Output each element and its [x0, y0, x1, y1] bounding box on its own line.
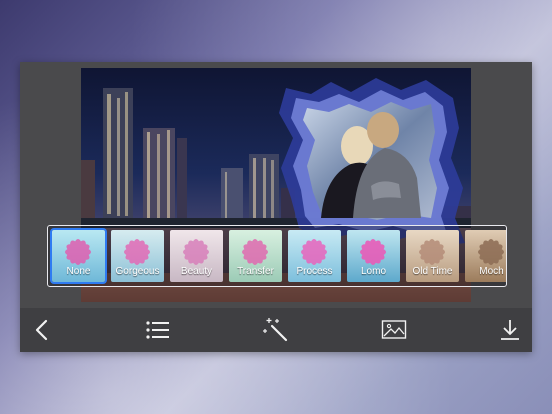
filter-item[interactable]: Moch — [465, 230, 506, 282]
background-image-button[interactable] — [380, 316, 408, 344]
filter-item[interactable]: None — [52, 230, 105, 282]
filter-item[interactable]: Beauty — [170, 230, 223, 282]
download-button[interactable] — [496, 316, 524, 344]
magic-wand-icon — [263, 318, 288, 342]
filter-label: None — [66, 266, 91, 277]
back-button[interactable] — [28, 316, 56, 344]
filter-strip[interactable]: None Gorgeous Beauty Transfer Process Lo… — [47, 225, 507, 287]
bottom-toolbar — [20, 308, 532, 352]
effects-button[interactable] — [262, 316, 290, 344]
filter-label: Process — [296, 266, 333, 277]
filter-item[interactable]: Old Time — [406, 230, 459, 282]
back-chevron-icon — [35, 319, 48, 341]
download-icon — [501, 320, 519, 340]
filter-item[interactable]: Transfer — [229, 230, 282, 282]
filter-label: Old Time — [412, 266, 453, 277]
filters-list-button[interactable] — [144, 316, 172, 344]
filter-label: Lomo — [360, 266, 386, 277]
image-icon — [381, 320, 407, 339]
editor-panel: None Gorgeous Beauty Transfer Process Lo… — [20, 62, 532, 352]
filter-label: Gorgeous — [115, 266, 160, 277]
filter-item[interactable]: Process — [288, 230, 341, 282]
filter-item[interactable]: Lomo — [347, 230, 400, 282]
filter-label: Transfer — [237, 266, 274, 277]
filter-label: Moch — [479, 266, 504, 277]
filter-label: Beauty — [180, 266, 213, 277]
filter-item[interactable]: Gorgeous — [111, 230, 164, 282]
list-icon — [146, 321, 169, 339]
